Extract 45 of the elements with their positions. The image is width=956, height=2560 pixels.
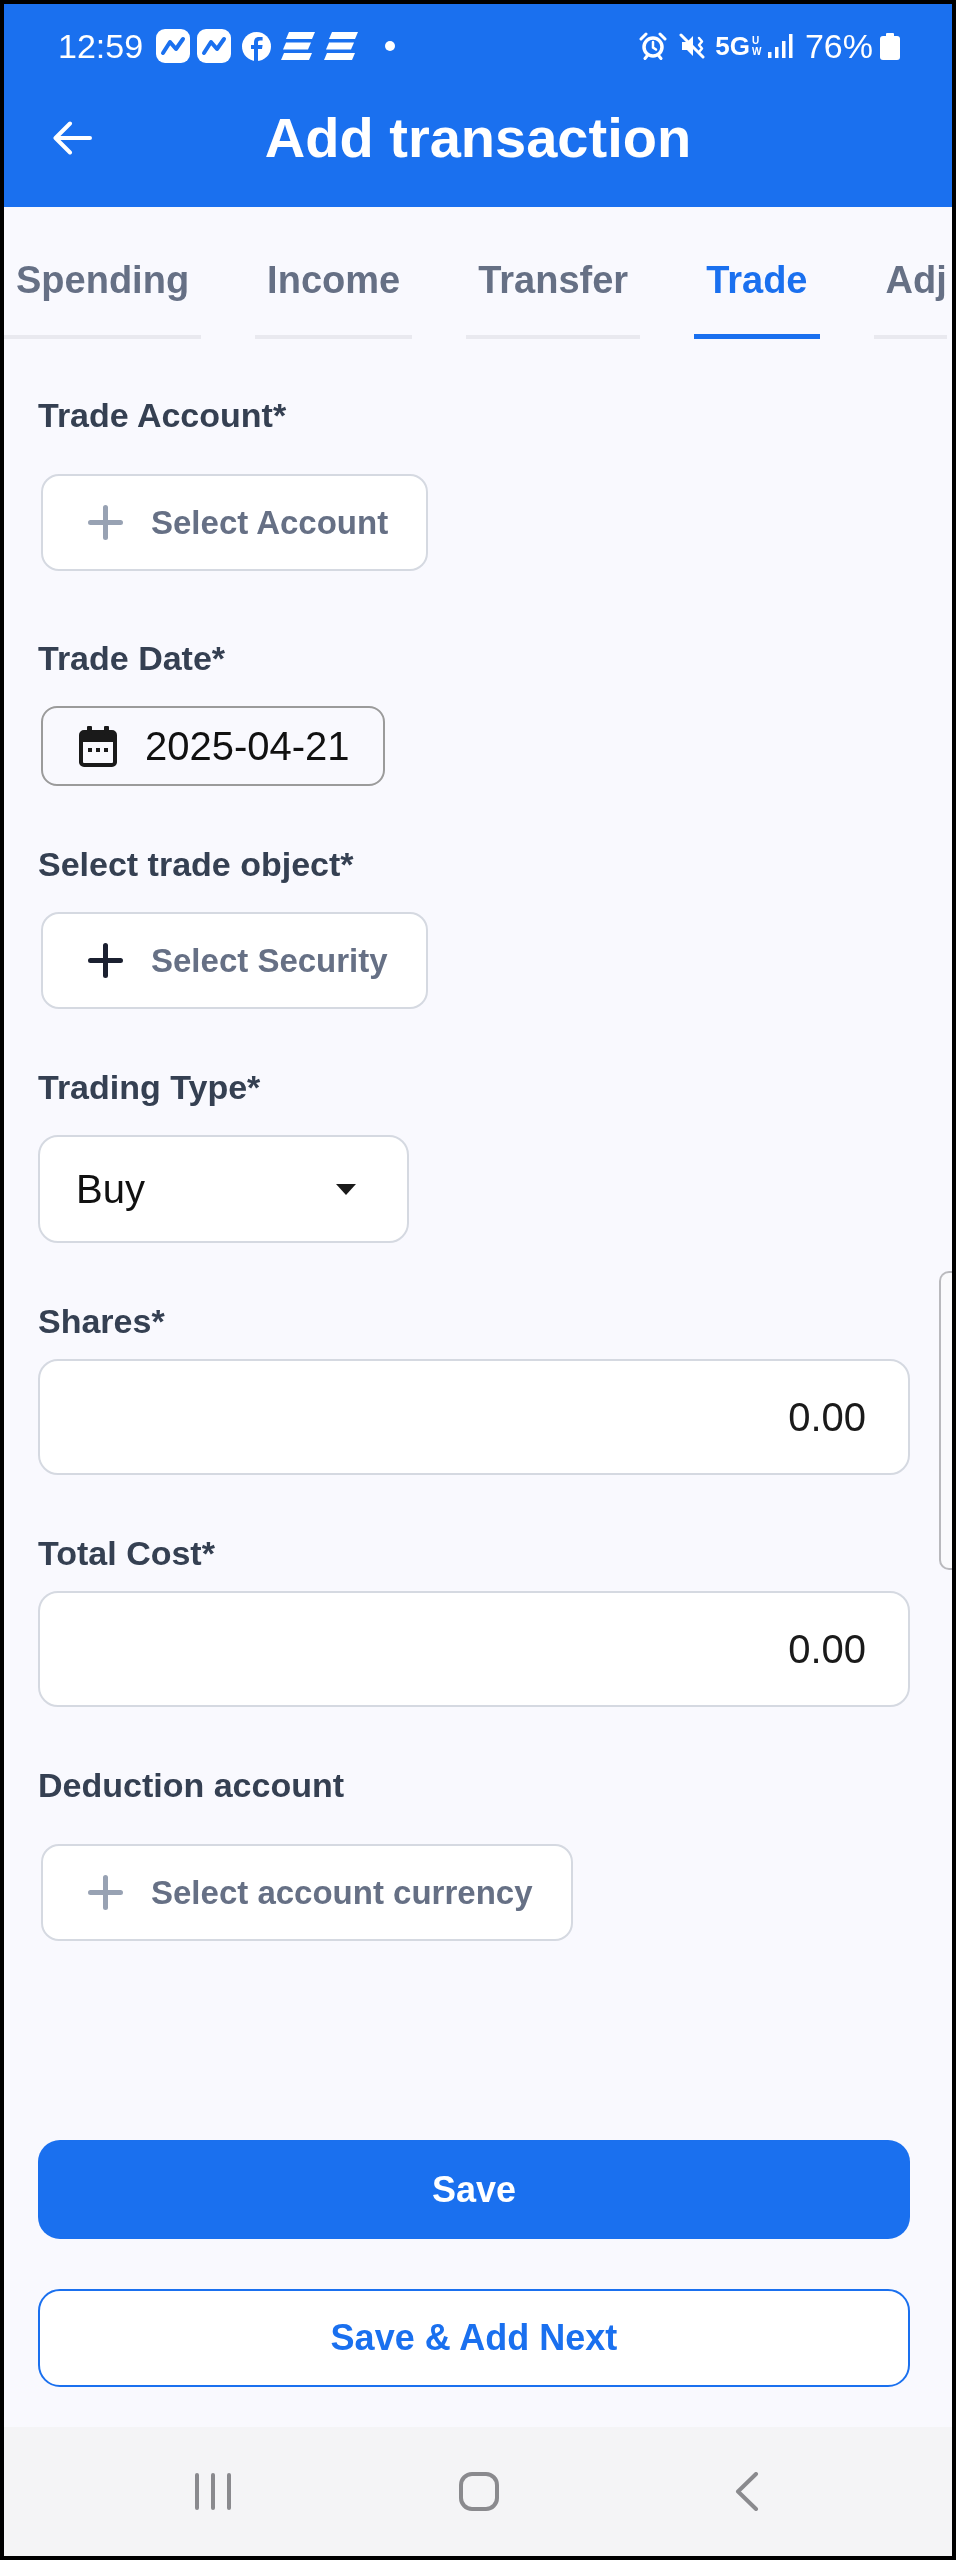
back-arrow-icon[interactable] [52,120,92,155]
plus-icon [88,505,123,540]
field-label: Deduction account [38,1765,345,1805]
tab[interactable]: Income [255,207,413,339]
save-and-next-button[interactable]: Save & Add Next [38,2289,910,2387]
field-label: Trading Type* [38,1067,261,1107]
trading-type-dropdown[interactable]: Buy [38,1135,409,1243]
network-type-label: 5G [715,31,750,61]
plus-icon [88,1875,123,1910]
battery-percent: 76% [804,26,873,66]
scrollbar-thumb[interactable] [939,1271,952,1570]
security-picker-button[interactable]: Select Security [41,912,428,1009]
tab[interactable]: Adj [873,207,947,339]
number-input[interactable]: 0.00 [38,1359,910,1475]
round-logo-icon [242,31,272,61]
tab[interactable]: Spending [4,207,202,339]
account-picker-button[interactable]: Select Account [41,474,429,571]
number-input[interactable]: 0.00 [38,1591,910,1707]
field-label: Trade Date* [38,638,226,678]
home-icon[interactable] [459,2472,499,2511]
zigzag-tile-icon [197,29,232,63]
field-label: Shares* [38,1301,165,1341]
tab[interactable]: Trade [694,207,820,339]
save-button[interactable]: Save [38,2140,910,2239]
signal-icon [767,34,793,58]
dot-icon [385,41,396,51]
recent-apps-icon[interactable] [195,2473,231,2510]
plus-icon [88,943,123,978]
network-subscript-label: UW [751,35,763,57]
screen-title: Add transaction [264,104,692,171]
field-label: Total Cost* [38,1533,215,1573]
status-time: 12:59 [58,26,144,66]
alarm-clock-icon [639,32,668,60]
account-picker-button[interactable]: Select account currency [41,1844,573,1941]
back-icon[interactable] [735,2472,759,2511]
field-label: Trade Account* [38,395,287,435]
field-label: Select trade object* [38,844,354,884]
tab[interactable]: Transfer [466,207,641,339]
stripes-app-icon [324,32,359,60]
battery-icon [880,32,900,60]
caret-icon [336,1183,356,1195]
calendar-icon [79,725,117,767]
zigzag-tile-icon [156,29,191,63]
stripes-app-icon [281,32,316,60]
date-picker-button[interactable]: 2025-04-21 [41,706,385,786]
